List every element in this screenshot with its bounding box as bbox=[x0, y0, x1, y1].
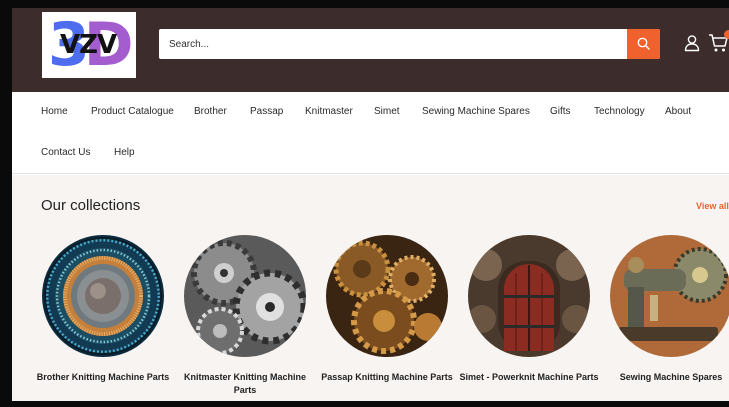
collection-card-passap[interactable]: Passap Knitting Machine Parts bbox=[316, 235, 458, 401]
collection-image-simet bbox=[468, 235, 590, 357]
frame-border-bottom bbox=[0, 401, 729, 407]
collection-card-knitmaster[interactable]: Knitmaster Knitting Machine Parts bbox=[174, 235, 316, 401]
nav-item-passap[interactable]: Passap bbox=[250, 106, 283, 118]
nav-item-about[interactable]: About bbox=[665, 106, 691, 118]
collection-label: Simet - Powerknit Machine Parts bbox=[459, 372, 599, 382]
collection-card-sewing-machine-spares[interactable]: Sewing Machine Spares bbox=[600, 235, 729, 401]
search-button[interactable] bbox=[627, 29, 660, 59]
nav-item-product-catalogue[interactable]: Product Catalogue bbox=[91, 106, 174, 118]
collections-section: Our collections View all Brother Knittin… bbox=[12, 175, 729, 401]
collection-card-brother[interactable]: Brother Knitting Machine Parts bbox=[32, 235, 174, 401]
nav-item-help[interactable]: Help bbox=[114, 147, 135, 159]
nav-item-sewing-machine-spares[interactable]: Sewing Machine Spares bbox=[422, 106, 530, 118]
collection-label: Sewing Machine Spares bbox=[619, 372, 723, 382]
site-header: 3D VZV bbox=[12, 8, 729, 92]
nav-item-technology[interactable]: Technology bbox=[594, 106, 645, 118]
nav-item-contact-us[interactable]: Contact Us bbox=[41, 147, 90, 159]
nav-item-home[interactable]: Home bbox=[41, 106, 68, 118]
frame-border-top bbox=[0, 0, 729, 8]
search-bar bbox=[159, 29, 660, 59]
section-title: Our collections bbox=[41, 197, 141, 214]
search-input[interactable] bbox=[159, 29, 627, 59]
nav-item-gifts[interactable]: Gifts bbox=[550, 106, 571, 118]
view-all-link[interactable]: View all bbox=[696, 201, 729, 211]
cart-badge bbox=[724, 30, 729, 39]
nav-item-simet[interactable]: Simet bbox=[374, 106, 400, 118]
nav-item-knitmaster[interactable]: Knitmaster bbox=[305, 106, 353, 118]
collection-image-sewing-machine-spares bbox=[610, 235, 729, 357]
page-frame: 3D VZV Home Product Catalogue Brothe bbox=[0, 0, 729, 407]
collection-card-simet[interactable]: Simet - Powerknit Machine Parts bbox=[458, 235, 600, 401]
search-icon bbox=[637, 37, 650, 50]
user-icon[interactable] bbox=[684, 34, 700, 52]
main-nav: Home Product Catalogue Brother Passap Kn… bbox=[12, 92, 729, 174]
collection-image-brother bbox=[42, 235, 164, 357]
logo-text: VZV bbox=[60, 30, 117, 60]
collection-label: Knitmaster Knitting Machine Parts bbox=[183, 372, 306, 395]
collection-label: Brother Knitting Machine Parts bbox=[36, 372, 170, 382]
collection-label: Passap Knitting Machine Parts bbox=[321, 372, 453, 382]
site-logo[interactable]: 3D VZV bbox=[42, 12, 136, 78]
collection-image-knitmaster bbox=[184, 235, 306, 357]
nav-item-brother[interactable]: Brother bbox=[194, 106, 227, 118]
frame-border-left bbox=[0, 0, 12, 407]
collection-image-passap bbox=[326, 235, 448, 357]
